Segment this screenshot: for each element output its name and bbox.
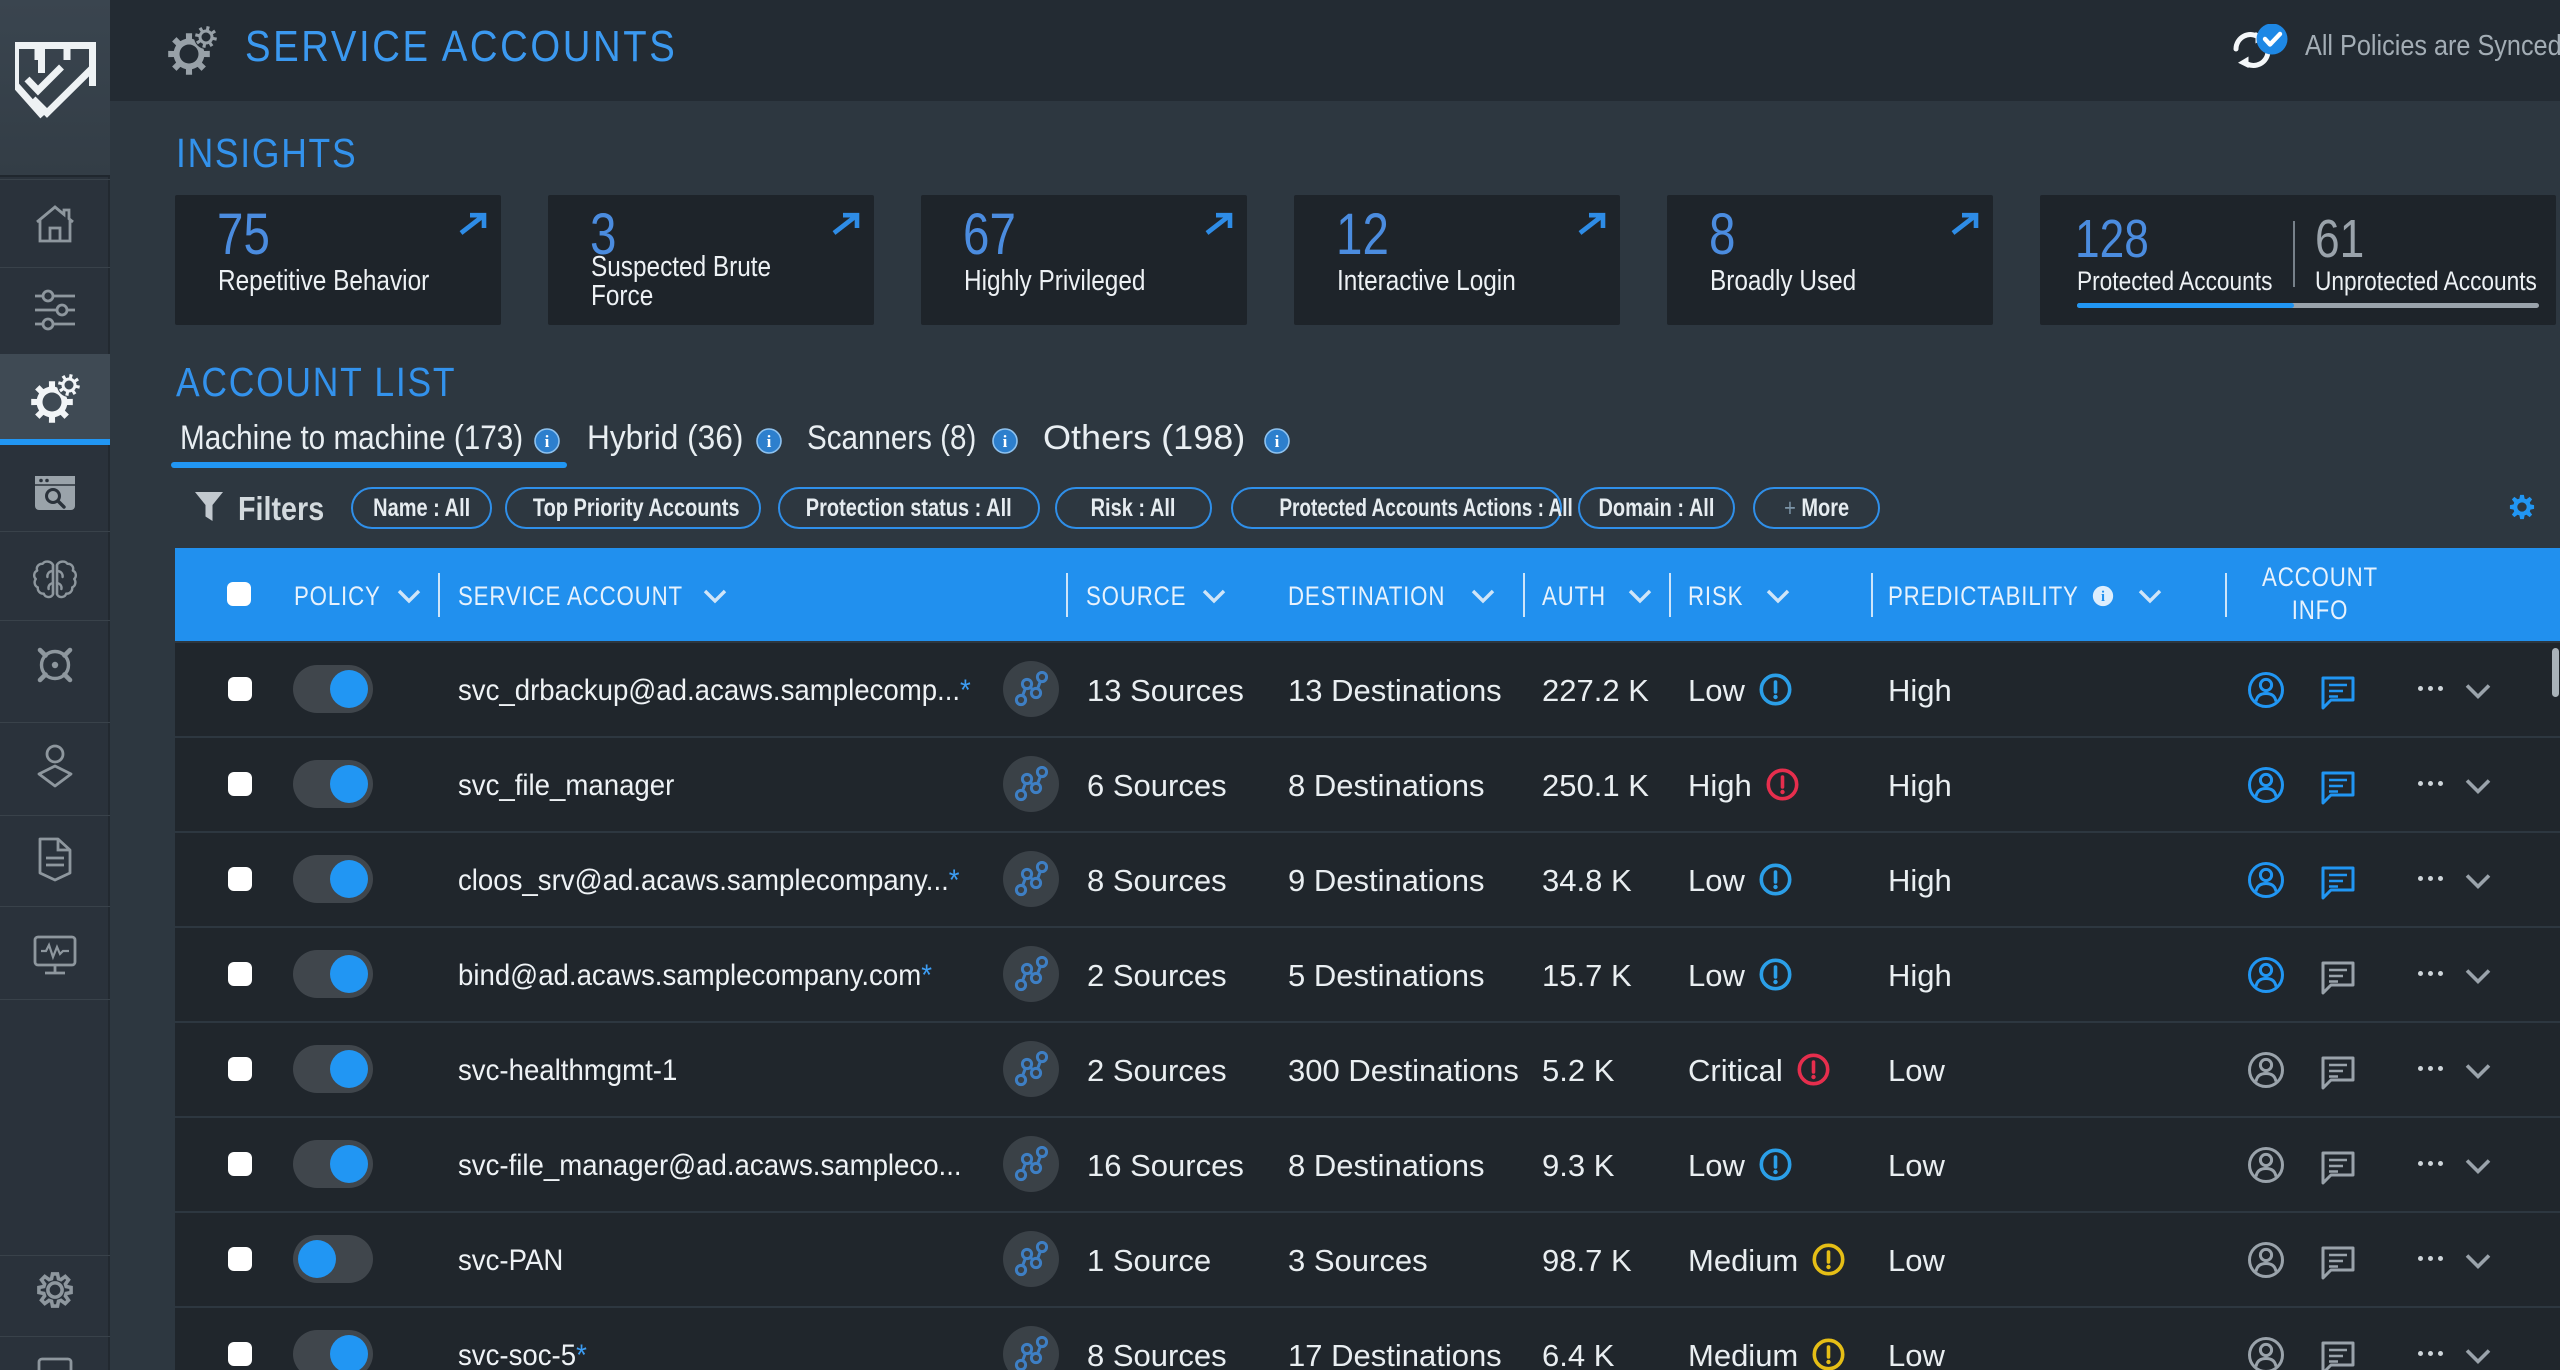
svg-text:i: i: [2101, 589, 2105, 605]
svg-text:i: i: [1003, 432, 1008, 451]
svg-text:i: i: [767, 432, 772, 451]
svg-text:i: i: [545, 432, 550, 451]
svg-text:i: i: [1275, 432, 1280, 451]
